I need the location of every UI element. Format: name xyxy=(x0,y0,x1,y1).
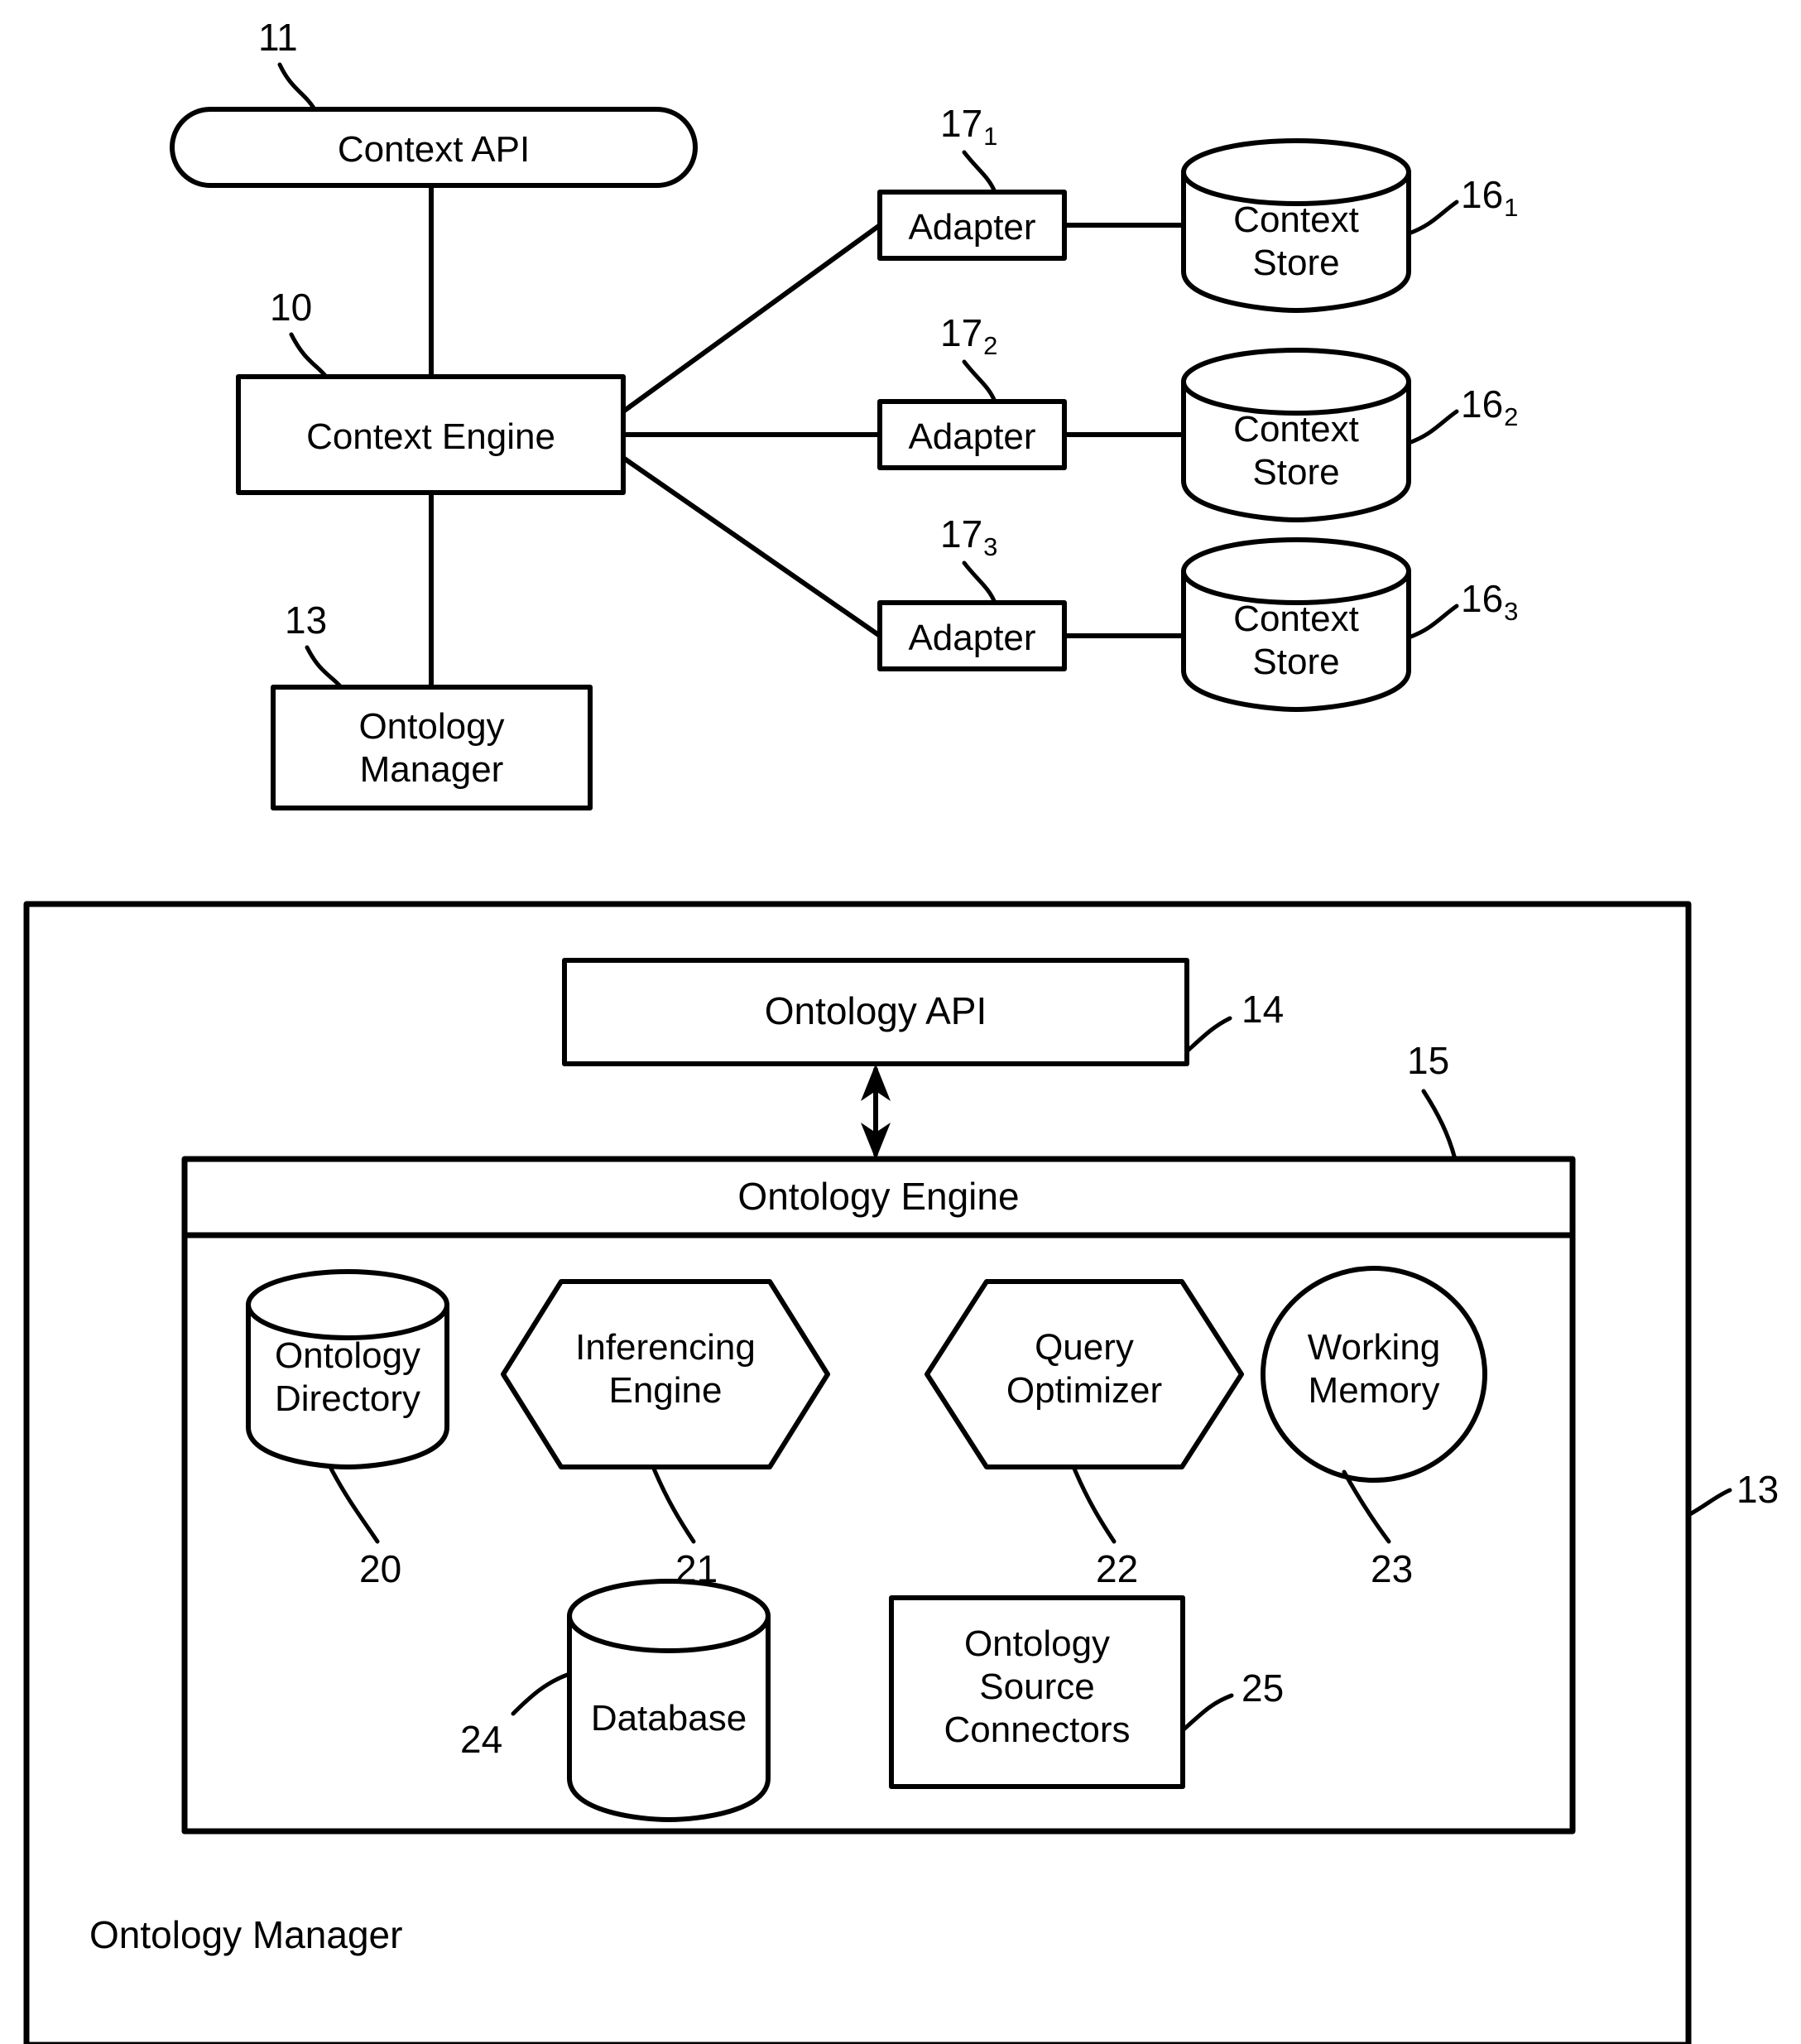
leader-16-1 xyxy=(1406,200,1459,236)
inferencing-engine-label: Inferencing Engine xyxy=(575,1327,756,1411)
ref-14: 14 xyxy=(1241,988,1285,1031)
adapter-1-label: Adapter xyxy=(908,207,1036,248)
figure-canvas: Context API 11 Context Engine 10 Ontolog… xyxy=(0,0,1801,2044)
ref-15: 15 xyxy=(1407,1039,1450,1082)
ontology-engine-shape xyxy=(181,1156,1576,1835)
ref-13-bottom: 13 xyxy=(1736,1468,1779,1511)
ontology-manager-outer-label: Ontology Manager xyxy=(89,1913,403,1956)
ref-13-top: 13 xyxy=(285,599,328,642)
ref-21: 21 xyxy=(675,1547,718,1590)
context-api-label: Context API xyxy=(337,129,531,170)
ref-17-2: 172 xyxy=(940,311,998,360)
ontology-api-label: Ontology API xyxy=(764,989,987,1032)
ref-25: 25 xyxy=(1241,1666,1285,1710)
context-store-1-label: Context Store xyxy=(1233,200,1359,283)
leader-10 xyxy=(289,332,329,379)
ref-17-1: 171 xyxy=(940,102,998,151)
leader-13-bottom xyxy=(1686,1488,1732,1517)
leader-22 xyxy=(1072,1466,1117,1544)
ref-24: 24 xyxy=(460,1718,503,1761)
leader-13-top xyxy=(305,645,343,690)
leader-17-1 xyxy=(962,150,997,195)
database-label: Database xyxy=(590,1698,747,1739)
ref-10: 10 xyxy=(270,286,313,329)
ref-22: 22 xyxy=(1096,1547,1139,1590)
ref-23: 23 xyxy=(1371,1547,1414,1590)
ontology-engine-label: Ontology Engine xyxy=(737,1175,1020,1218)
ref-17-3: 173 xyxy=(940,512,998,561)
leader-16-2 xyxy=(1406,409,1459,445)
fanout-line-1 xyxy=(621,223,882,414)
leader-21 xyxy=(651,1466,696,1544)
adapter-3-label: Adapter xyxy=(908,618,1036,658)
leader-17-3 xyxy=(962,560,997,605)
ontology-directory-label: Ontology Directory xyxy=(274,1335,421,1419)
ontology-source-connectors-label: Ontology Source Connectors xyxy=(944,1623,1131,1750)
leader-20 xyxy=(329,1466,380,1544)
leader-11 xyxy=(277,62,317,112)
leader-25 xyxy=(1180,1693,1234,1733)
ref-16-1: 161 xyxy=(1461,173,1519,222)
fanout-line-3 xyxy=(621,455,882,638)
leader-14 xyxy=(1184,1016,1232,1054)
leader-16-3 xyxy=(1406,604,1459,640)
leader-24 xyxy=(511,1671,572,1716)
adapter-2-label: Adapter xyxy=(908,416,1036,457)
context-store-3-label: Context Store xyxy=(1233,599,1359,682)
working-memory-label: Working Memory xyxy=(1307,1327,1441,1411)
context-store-2-label: Context Store xyxy=(1233,409,1359,493)
ref-11: 11 xyxy=(258,16,298,59)
leader-15 xyxy=(1421,1089,1458,1161)
leader-17-2 xyxy=(962,359,997,404)
context-engine-label: Context Engine xyxy=(306,416,555,457)
ontology-manager-top-label: Ontology Manager xyxy=(358,706,505,790)
ref-16-2: 162 xyxy=(1461,382,1519,431)
ref-16-3: 163 xyxy=(1461,577,1519,626)
ref-20: 20 xyxy=(359,1547,402,1590)
query-optimizer-label: Query Optimizer xyxy=(1006,1327,1163,1411)
